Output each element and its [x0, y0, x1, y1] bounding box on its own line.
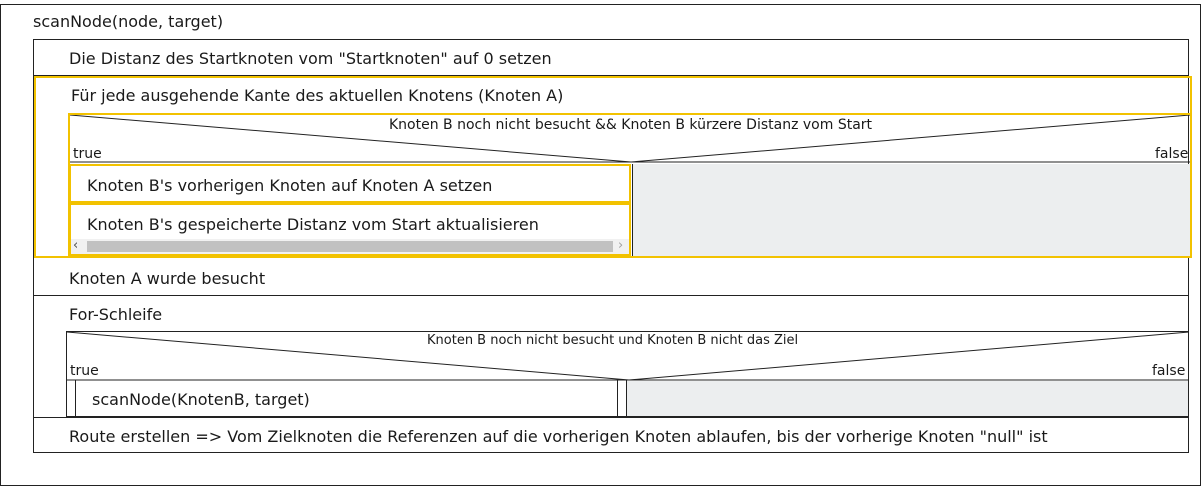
horizontal-scrollbar[interactable]: ‹ › [71, 238, 629, 254]
scroll-left-arrow[interactable]: ‹ [73, 238, 78, 253]
step-label: Die Distanz des Startknoten vom "Startkn… [69, 49, 552, 68]
step-build-route[interactable]: Route erstellen => Vom Zielknoten die Re… [34, 417, 1188, 453]
decision1-true-step-1[interactable]: Knoten B's vorherigen Knoten auf Knoten … [69, 164, 631, 203]
step-label: Route erstellen => Vom Zielknoten die Re… [69, 427, 1048, 446]
decision1-true-step-1-label: Knoten B's vorherigen Knoten auf Knoten … [87, 176, 493, 195]
for-each-label: Für jede ausgehende Kante des aktuellen … [71, 86, 564, 105]
step-mark-visited[interactable]: Knoten A wurde besucht [34, 259, 1188, 296]
decision1-true-label: true [73, 146, 102, 162]
decision2-true-step-1-label: scanNode(KnotenB, target) [92, 390, 310, 409]
decision2-condition: Knoten B noch nicht besucht und Knoten B… [427, 333, 799, 348]
decision2-false-branch [627, 381, 1188, 416]
decision1-true-step-2-label: Knoten B's gespeicherte Distanz vom Star… [87, 215, 539, 234]
for-loop-label[interactable]: For-Schleife [69, 305, 162, 324]
step-label: Knoten A wurde besucht [69, 269, 266, 288]
scroll-right-arrow[interactable]: › [618, 238, 623, 253]
scrollbar-thumb[interactable] [87, 241, 613, 252]
decision2-true-label: true [70, 363, 99, 379]
decision2-true-step-1[interactable]: scanNode(KnotenB, target) [75, 380, 618, 417]
function-title[interactable]: scanNode(node, target) [33, 12, 223, 31]
decision2-false-label: false [1152, 363, 1186, 379]
step-set-start-distance[interactable]: Die Distanz des Startknoten vom "Startkn… [34, 40, 1188, 76]
decision1-false-label: false [1155, 146, 1189, 162]
decision1-condition: Knoten B noch nicht besucht && Knoten B … [389, 117, 873, 133]
decision1-false-branch [632, 164, 1190, 256]
